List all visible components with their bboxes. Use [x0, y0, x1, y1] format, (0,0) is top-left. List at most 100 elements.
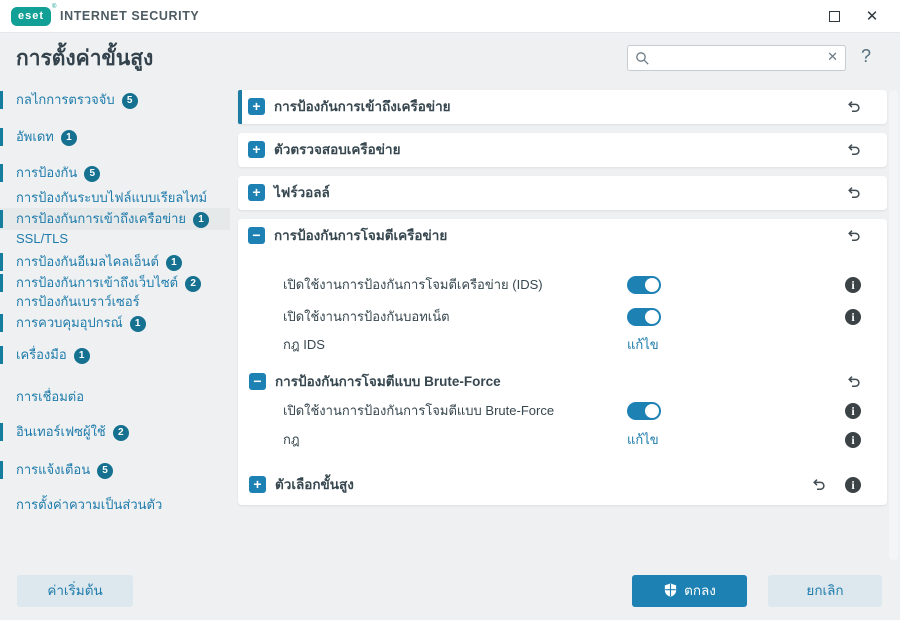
toggle-on-ids[interactable] [627, 276, 661, 294]
sidebar-item-label: การเชื่อมต่อ [16, 389, 85, 404]
revert-icon[interactable] [845, 228, 861, 244]
panel-title: ตัวตรวจสอบเครือข่าย [274, 142, 401, 157]
eset-logo: eset [11, 7, 51, 26]
attention-indicator [0, 128, 3, 146]
sidebar-item-connectivity[interactable]: การเชื่อมต่อ [0, 386, 230, 408]
attention-indicator [0, 314, 3, 332]
sidebar-item-email-client-protection[interactable]: การป้องกันอีเมลไคลเอ็นต์ 1 [0, 251, 230, 273]
toggle-knob [645, 404, 659, 418]
default-button[interactable]: ค่าเริ่มต้น [17, 575, 133, 607]
sidebar-item-label: การแจ้งเตือน [16, 462, 91, 477]
setting-label: เปิดใช้งานการป้องกันบอทเน็ต [283, 309, 450, 324]
sidebar-item-detection-engine[interactable]: กลไกการตรวจจับ 5 [0, 89, 230, 111]
sidebar-item-device-control[interactable]: การควบคุมอุปกรณ์ 1 [0, 312, 230, 334]
sidebar-item-browser-protection[interactable]: การป้องกันเบราว์เซอร์ [0, 291, 230, 313]
info-icon[interactable]: i [845, 432, 861, 448]
expand-icon[interactable]: + [248, 184, 265, 201]
setting-row-botnet: เปิดใช้งานการป้องกันบอทเน็ต i [238, 303, 887, 331]
setting-label: กฎ IDS [283, 337, 325, 352]
setting-row-rules: กฎ แก้ไข i [238, 426, 887, 454]
badge-count: 2 [185, 276, 202, 292]
sidebar-item-user-interface[interactable]: อินเทอร์เฟซผู้ใช้ 2 [0, 421, 230, 443]
help-icon[interactable]: ? [861, 46, 871, 67]
info-icon[interactable]: i [845, 477, 861, 493]
panel-firewall: + ไฟร์วอลล์ [238, 176, 887, 210]
expand-icon[interactable]: + [248, 98, 265, 115]
sidebar-item-label: อินเทอร์เฟซผู้ใช้ [16, 424, 106, 439]
sidebar-item-label: การป้องกันอีเมลไคลเอ็นต์ [16, 254, 159, 269]
sidebar-item-privacy-settings[interactable]: การตั้งค่าความเป็นส่วนตัว [0, 494, 230, 516]
uac-shield-icon [664, 583, 677, 597]
collapse-icon[interactable]: − [249, 373, 266, 390]
sidebar-item-realtime-file-protection[interactable]: การป้องกันระบบไฟล์แบบเรียลไทม์ [0, 187, 230, 209]
sidebar-item-network-access-protection[interactable]: การป้องกันการเข้าถึงเครือข่าย 1 [0, 208, 230, 230]
edit-link[interactable]: แก้ไข [627, 331, 659, 359]
sidebar-item-tools[interactable]: เครื่องมือ 1 [0, 344, 230, 366]
restore-window-icon[interactable] [829, 11, 840, 22]
sidebar-item-ssl-tls[interactable]: SSL/TLS [0, 228, 230, 250]
sidebar-item-label: SSL/TLS [16, 231, 69, 246]
sidebar-item-label: กลไกการตรวจจับ [16, 92, 115, 107]
subsection-title: ตัวเลือกขั้นสูง [275, 477, 354, 492]
subsection-brute-force: − การป้องกันการโจมตีแบบ Brute-Force [238, 368, 887, 396]
subsection-advanced-options: + ตัวเลือกขั้นสูง i [238, 471, 887, 499]
attention-indicator [0, 346, 3, 364]
attention-indicator [0, 253, 3, 271]
sidebar-item-notifications[interactable]: การแจ้งเตือน 5 [0, 459, 230, 481]
ok-button[interactable]: ตกลง [632, 575, 747, 607]
badge-count: 1 [73, 348, 90, 364]
badge-count: 5 [97, 463, 114, 479]
revert-icon[interactable] [845, 374, 861, 390]
revert-icon[interactable] [845, 185, 861, 201]
setting-row-ids-rules: กฎ IDS แก้ไข [238, 331, 887, 359]
search-box[interactable]: ✕ [627, 45, 846, 71]
revert-icon[interactable] [810, 477, 826, 493]
subsection-title: การป้องกันการโจมตีแบบ Brute-Force [275, 374, 501, 389]
toggle-on-botnet[interactable] [627, 308, 661, 326]
sidebar-item-update[interactable]: อัพเดท 1 [0, 126, 230, 148]
setting-label: กฎ [283, 432, 300, 447]
attention-indicator [0, 423, 3, 441]
info-icon[interactable]: i [845, 403, 861, 419]
edit-link[interactable]: แก้ไข [627, 426, 659, 454]
app-title: INTERNET SECURITY [60, 9, 200, 23]
sidebar-item-label: การป้องกันการเข้าถึงเว็บไซต์ [16, 275, 179, 290]
close-icon[interactable]: ✕ [862, 7, 882, 27]
eset-advanced-setup-window: eset ® INTERNET SECURITY ✕ การตั้งค่าขั้… [0, 0, 900, 620]
sidebar-item-label: การป้องกันการเข้าถึงเครือข่าย [16, 211, 187, 226]
sidebar-item-label: การควบคุมอุปกรณ์ [16, 315, 123, 330]
badge-count: 5 [84, 166, 101, 182]
search-input[interactable] [654, 47, 820, 69]
revert-icon[interactable] [845, 99, 861, 115]
info-icon[interactable]: i [845, 309, 861, 325]
panel-network-access-protection: + การป้องกันการเข้าถึงเครือข่าย [238, 90, 887, 124]
badge-count: 1 [193, 212, 210, 228]
attention-indicator [0, 210, 3, 228]
cancel-button[interactable]: ยกเลิก [768, 575, 882, 607]
sidebar-item-label: การตั้งค่าความเป็นส่วนตัว [16, 497, 163, 512]
setting-row-brute-force: เปิดใช้งานการป้องกันการโจมตีแบบ Brute-Fo… [238, 397, 887, 425]
panel-title: การป้องกันการโจมตีเครือข่าย [274, 228, 448, 243]
badge-count: 1 [165, 255, 182, 271]
clear-search-icon[interactable]: ✕ [827, 49, 838, 65]
attention-indicator [0, 461, 3, 479]
expand-icon[interactable]: + [248, 141, 265, 158]
panel-title: ไฟร์วอลล์ [274, 185, 330, 200]
info-icon[interactable]: i [845, 277, 861, 293]
badge-count: 5 [121, 93, 138, 109]
toggle-on-brute-force[interactable] [627, 402, 661, 420]
panel-title: การป้องกันการเข้าถึงเครือข่าย [274, 99, 451, 114]
sidebar-item-protections[interactable]: การป้องกัน 5 [0, 162, 230, 184]
scrollbar-track[interactable] [889, 90, 898, 560]
sidebar-item-label: เครื่องมือ [16, 347, 67, 362]
revert-icon[interactable] [845, 142, 861, 158]
setting-label: เปิดใช้งานการป้องกันการโจมตีแบบ Brute-Fo… [283, 403, 555, 418]
badge-count: 2 [112, 425, 129, 441]
registered-mark: ® [52, 4, 57, 10]
attention-indicator [0, 91, 3, 109]
badge-count: 1 [60, 130, 77, 146]
sidebar-item-label: การป้องกัน [16, 165, 78, 180]
collapse-icon[interactable]: − [248, 227, 265, 244]
setting-row-ids: เปิดใช้งานการป้องกันการโจมตีเครือข่าย (I… [238, 271, 887, 299]
expand-icon[interactable]: + [249, 476, 266, 493]
